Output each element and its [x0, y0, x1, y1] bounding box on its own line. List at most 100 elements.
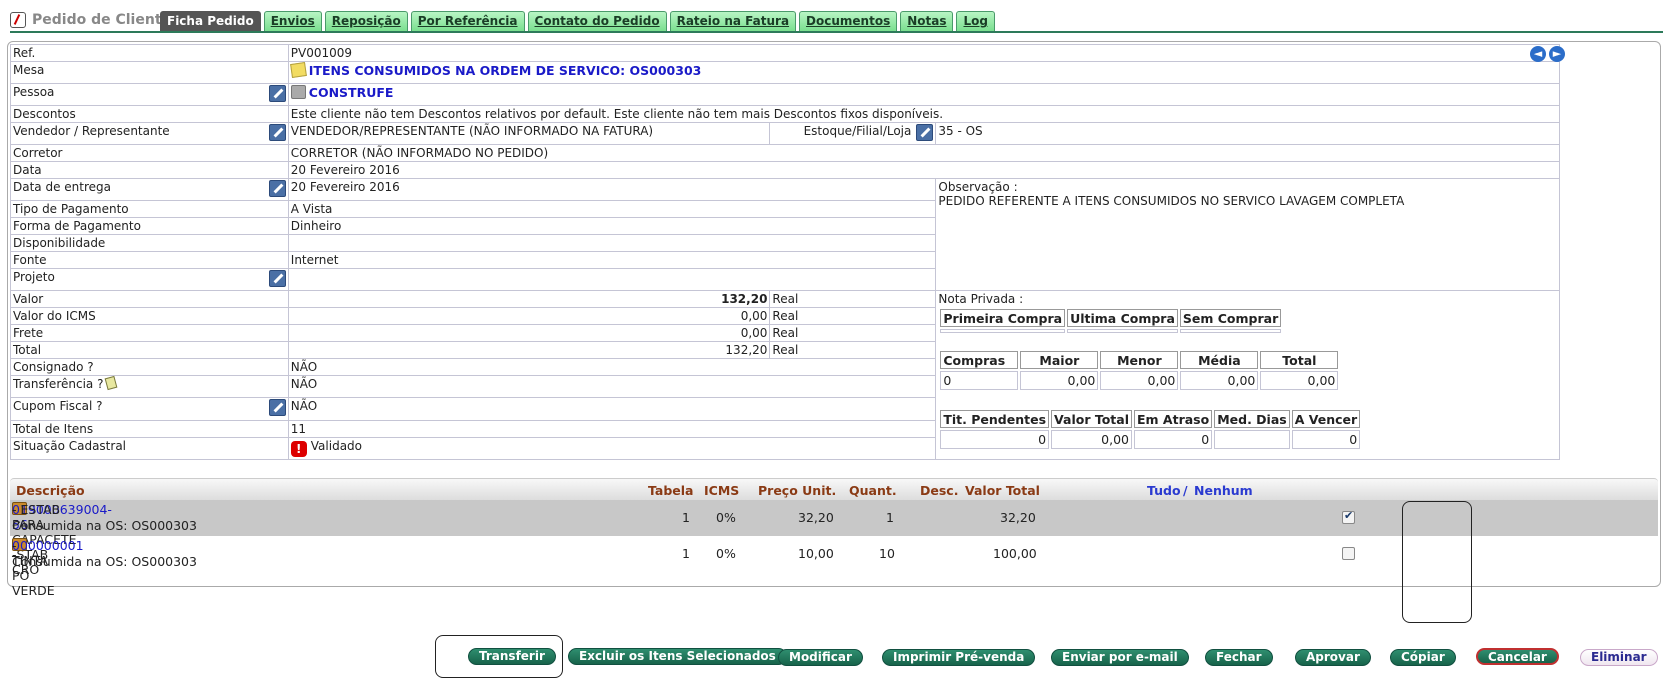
total-label: Total — [10, 341, 289, 359]
tab-notas[interactable]: Notas — [900, 11, 954, 31]
fechar-button[interactable]: Fechar — [1205, 649, 1273, 666]
pessoa-link[interactable]: CONSTRUFE — [309, 85, 394, 100]
record-nav: ◄ ► — [1530, 46, 1565, 62]
item-tabela: 1 — [682, 546, 690, 561]
vendedor-value: VENDEDOR/REPRESENTANTE (NÃO INFORMADO NA… — [287, 122, 771, 145]
corretor-value: CORRETOR (NÃO INFORMADO NO PEDIDO) — [287, 144, 1561, 162]
total-header: Total — [1260, 351, 1339, 369]
tab-log[interactable]: Log — [956, 11, 995, 31]
ultima-compra-header: Ultima Compra — [1067, 309, 1178, 327]
estoque-label: Estoque/Filial/Loja — [803, 124, 912, 138]
entrega-value: 20 Fevereiro 2016 — [287, 178, 937, 201]
col-tabela: Tabela — [648, 483, 694, 498]
compras-table: Compras Maior Menor Média Total 0 0,00 0… — [938, 349, 1340, 392]
transferir-button[interactable]: Transferir — [468, 648, 556, 665]
select-none-link[interactable]: Nenhum — [1194, 483, 1253, 498]
eliminar-button[interactable]: Eliminar — [1580, 649, 1658, 666]
icms-currency: Real — [769, 307, 937, 325]
consignado-label: Consignado ? — [10, 358, 289, 376]
tab-contato-do-pedido[interactable]: Contato do Pedido — [527, 11, 667, 31]
item-quant: 1 — [886, 510, 894, 525]
edit-cupom-icon[interactable] — [268, 399, 286, 416]
note-icon — [289, 62, 307, 78]
descontos-value: Este cliente não tem Descontos relativos… — [287, 105, 1561, 123]
selection-highlight — [1402, 501, 1472, 623]
item-checkbox[interactable] — [1342, 547, 1355, 560]
item-icms: 0% — [716, 510, 736, 525]
document-icon[interactable] — [105, 375, 118, 391]
modificar-button[interactable]: Modificar — [778, 649, 863, 666]
edit-vendedor-icon[interactable] — [268, 124, 286, 141]
a-vencer-value: 0 — [1291, 430, 1361, 449]
total-itens-value: 11 — [287, 420, 937, 438]
pessoa-label: Pessoa — [13, 85, 55, 99]
order-form: Ref. PV001009 ◄ ► Mesa ITENS CONSUMIDOS … — [10, 44, 1565, 460]
total-value: 132,20 — [287, 341, 771, 359]
excluir-selecionados-button[interactable]: Excluir os Itens Selecionados — [568, 648, 787, 665]
fonte-value: Internet — [287, 251, 937, 269]
corretor-label: Corretor — [10, 144, 289, 162]
valor-label: Valor — [10, 290, 289, 308]
tab-rateio-na-fatura[interactable]: Rateio na Fatura — [669, 11, 797, 31]
ref-label: Ref. — [10, 44, 289, 62]
tab-por-referencia[interactable]: Por Referência — [410, 11, 525, 31]
total-itens-label: Total de Itens — [10, 420, 289, 438]
edit-estoque-icon[interactable] — [916, 124, 934, 141]
mesa-link[interactable]: ITENS CONSUMIDOS NA ORDEM DE SERVICO: OS… — [309, 63, 702, 78]
cupom-value: NÃO — [287, 397, 937, 421]
imprimir-pre-venda-button[interactable]: Imprimir Pré-venda — [882, 649, 1036, 666]
item-quant: 10 — [879, 546, 895, 561]
consignado-value: NÃO — [287, 358, 937, 376]
item-preco: 10,00 — [798, 546, 834, 561]
data-label: Data — [10, 161, 289, 179]
tab-reposicao[interactable]: Reposição — [324, 11, 408, 31]
valor-total-header: Valor Total — [1051, 410, 1132, 428]
previous-record-icon[interactable]: ◄ — [1530, 46, 1546, 62]
app-title: Pedido de Cliente — [10, 12, 171, 28]
med-dias-value — [1214, 430, 1290, 449]
item-sub: Consumida na OS: OS000303 — [12, 518, 197, 533]
app-logo-icon — [10, 12, 26, 28]
frete-label: Frete — [10, 324, 289, 342]
primeira-compra-header: Primeira Compra — [940, 309, 1066, 327]
cancelar-button[interactable]: Cancelar — [1476, 648, 1559, 665]
estoque-value: 35 - OS — [935, 122, 1560, 145]
item-checkbox[interactable] — [1342, 509, 1355, 524]
frete-currency: Real — [769, 324, 937, 342]
nota-privada-label: Nota Privada : — [938, 292, 1024, 306]
tab-bar: Ficha Pedido Envios Reposição Por Referê… — [160, 11, 998, 31]
edit-projeto-icon[interactable] — [268, 270, 286, 287]
entrega-label: Data de entrega — [13, 180, 111, 194]
menor-header: Menor — [1100, 351, 1179, 369]
item-total: 32,20 — [1000, 510, 1036, 525]
top-bar: Pedido de Cliente Ficha Pedido Envios Re… — [10, 10, 1663, 33]
edit-entrega-icon[interactable] — [268, 180, 286, 197]
item-icms: 0% — [716, 546, 736, 561]
situacao-label: Situação Cadastral — [10, 437, 289, 460]
col-preco-unit: Preço Unit. — [758, 483, 837, 498]
observacao-cell: Observação : PEDIDO REFERENTE A ITENS CO… — [935, 178, 1560, 291]
enviar-email-button[interactable]: Enviar por e-mail — [1051, 649, 1189, 666]
icms-value: 0,00 — [287, 307, 771, 325]
edit-pessoa-icon[interactable] — [268, 85, 286, 102]
copiar-button[interactable]: Cópiar — [1390, 649, 1456, 666]
next-record-icon[interactable]: ► — [1549, 46, 1565, 62]
data-value: 20 Fevereiro 2016 — [287, 161, 1561, 179]
med-dias-header: Med. Dias — [1214, 410, 1290, 428]
tab-documentos[interactable]: Documentos — [799, 11, 898, 31]
tab-envios[interactable]: Envios — [263, 11, 322, 31]
select-all-link[interactable]: Tudo — [1147, 483, 1181, 498]
tit-pendentes-value: 0 — [940, 430, 1050, 449]
icms-label: Valor do ICMS — [10, 307, 289, 325]
tab-ficha-pedido[interactable]: Ficha Pedido — [160, 11, 261, 31]
media-value: 0,00 — [1180, 371, 1259, 390]
observacao-label: Observação : — [938, 180, 1018, 194]
descontos-label: Descontos — [10, 105, 289, 123]
disponibilidade-label: Disponibilidade — [10, 234, 289, 252]
aprovar-button[interactable]: Aprovar — [1295, 649, 1371, 666]
media-header: Média — [1180, 351, 1259, 369]
ref-value: PV001009 — [290, 46, 353, 60]
forma-pagamento-label: Forma de Pagamento — [10, 217, 289, 235]
item-sub: Consumida na OS: OS000303 — [12, 554, 197, 569]
col-desc: Desc. — [920, 483, 959, 498]
